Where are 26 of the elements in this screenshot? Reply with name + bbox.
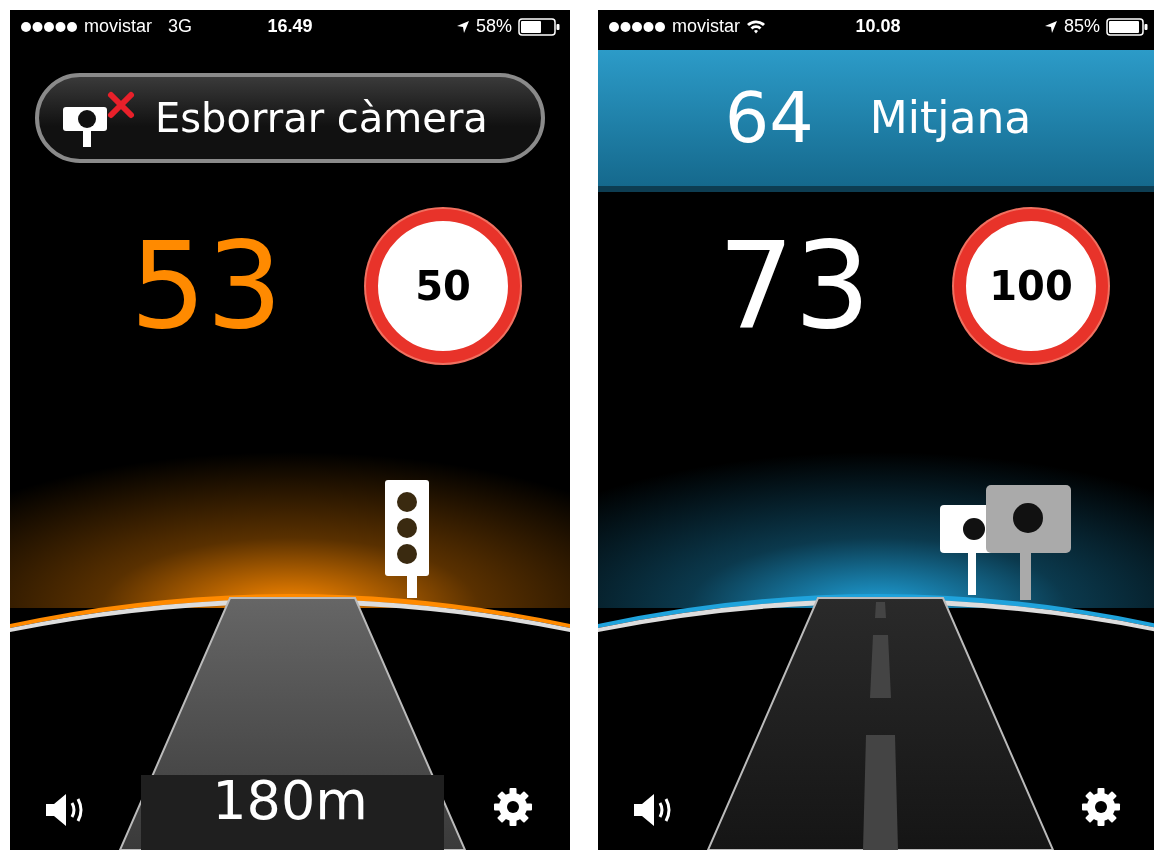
- network-type: 3G: [168, 16, 193, 38]
- battery-icon: [518, 17, 560, 36]
- current-speed: 73: [718, 226, 871, 346]
- speed-limit-sign: 50: [366, 209, 520, 363]
- settings-icon[interactable]: [1080, 786, 1122, 828]
- battery-percent: 58%: [475, 16, 512, 38]
- settings-icon[interactable]: [492, 786, 534, 828]
- carrier-name: movistar: [84, 16, 152, 38]
- carrier-name: movistar: [672, 16, 740, 38]
- average-speed-label: Mitjana: [869, 92, 1032, 144]
- location-arrow-icon: [455, 19, 470, 34]
- traffic-light-icon: [385, 480, 429, 598]
- signal-icon: [20, 20, 78, 33]
- delete-camera-button[interactable]: Esborrar càmera: [35, 72, 545, 163]
- speed-cameras-icon: [940, 485, 1071, 600]
- battery-percent: 85%: [1063, 16, 1100, 38]
- current-speed: 53: [130, 226, 283, 346]
- average-speed-value: 64: [724, 76, 814, 159]
- signal-icon: [608, 20, 666, 33]
- location-arrow-icon: [1043, 19, 1058, 34]
- status-time: 16.49: [267, 16, 313, 38]
- status-time: 10.08: [855, 16, 901, 38]
- speed-limit-sign: 100: [954, 209, 1108, 363]
- battery-icon: [1106, 17, 1148, 36]
- distance-label: 180m: [212, 769, 368, 832]
- wifi-icon: [746, 19, 766, 35]
